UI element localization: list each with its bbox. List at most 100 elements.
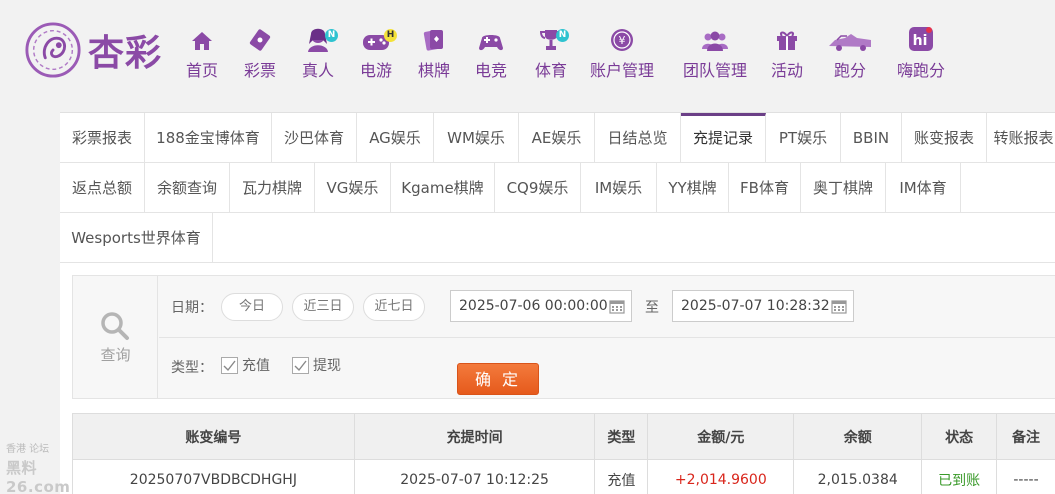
query-section: 查询 xyxy=(73,276,158,398)
quick-7days-button[interactable]: 近七日 xyxy=(363,293,425,321)
type-label: 类型： xyxy=(171,360,213,376)
main-nav: 首页 彩票 N 真人 H 电游 棋牌 电竞 N 体育 ¥ 账户管理 团队管理 活… xyxy=(176,26,954,81)
date-label: 日期： xyxy=(171,300,213,316)
start-date-input[interactable]: 2025-07-06 00:00:00 xyxy=(450,290,632,322)
nav-label: 账户管理 xyxy=(589,61,654,80)
nav-item-egame[interactable]: H 电游 xyxy=(344,26,408,81)
tab-wm[interactable]: WM娱乐 xyxy=(434,113,519,163)
table-header-row: 账变编号 充提时间 类型 金额/元 余额 状态 备注 xyxy=(72,413,1055,460)
start-date-value: 2025-07-06 00:00:00 xyxy=(459,298,608,314)
table-row: 20250707VBDBCDHGHJ 2025-07-07 10:12:25 充… xyxy=(72,459,1055,494)
esports-controller-icon xyxy=(460,26,522,52)
calendar-icon[interactable] xyxy=(609,298,625,314)
cell-amount: +2,014.9600 xyxy=(647,459,795,494)
trophy-icon xyxy=(522,26,580,52)
nav-label: 活动 xyxy=(770,61,803,80)
nav-label: 体育 xyxy=(534,61,567,80)
account-coin-icon: ¥ xyxy=(580,26,664,52)
badge-new: N xyxy=(556,29,569,42)
col-header-time: 充提时间 xyxy=(353,413,596,460)
tab-ae[interactable]: AE娱乐 xyxy=(519,113,595,163)
tab-balance-query[interactable]: 余额查询 xyxy=(145,163,230,213)
col-header-amount: 金额/元 xyxy=(647,413,795,460)
nav-label: 真人 xyxy=(301,61,334,80)
watermark-line-2: 黑料26.com xyxy=(6,459,71,494)
tab-transfer-report[interactable]: 转账报表 xyxy=(987,113,1055,163)
tab-im-entertainment[interactable]: IM娱乐 xyxy=(581,163,657,213)
nav-label: 电游 xyxy=(359,61,392,80)
checkbox-box[interactable] xyxy=(221,356,238,374)
date-filter-row: 日期： 今日 近三日 近七日 2025-07-06 00:00:00 至 202… xyxy=(159,276,1055,338)
type-filter-row: 类型： 充值 提现 确 定 xyxy=(159,338,1055,398)
nav-item-live[interactable]: N 真人 xyxy=(292,26,344,81)
brand-name: 杏彩 xyxy=(88,32,163,74)
report-tabs: 彩票报表 188金宝博体育 沙巴体育 AG娱乐 WM娱乐 AE娱乐 日结总览 充… xyxy=(60,113,1055,263)
tab-deposit-withdraw-records[interactable]: 充提记录 xyxy=(681,113,766,163)
cell-status: 已到账 xyxy=(921,459,998,494)
tab-yy-chess[interactable]: YY棋牌 xyxy=(657,163,729,213)
nav-label: 嗨跑分 xyxy=(896,61,945,80)
lottery-ticket-icon xyxy=(228,26,292,52)
tab-ag[interactable]: AG娱乐 xyxy=(357,113,434,163)
nav-item-account[interactable]: ¥ 账户管理 xyxy=(580,26,664,81)
tab-vg[interactable]: VG娱乐 xyxy=(315,163,391,213)
team-users-icon xyxy=(674,26,756,52)
col-header-balance: 余额 xyxy=(793,413,923,460)
watermark-line-1: 香港 论坛 xyxy=(6,444,50,455)
nav-item-home[interactable]: 首页 xyxy=(176,26,228,81)
nav-item-esports[interactable]: 电竞 xyxy=(460,26,522,81)
tab-wesports[interactable]: Wesports世界体育 xyxy=(60,213,213,263)
nav-item-run-score[interactable]: 跑分 xyxy=(818,26,882,81)
nav-item-activity[interactable]: 活动 xyxy=(762,26,812,81)
cell-balance: 2,015.0384 xyxy=(793,459,923,494)
nav-label: 棋牌 xyxy=(417,61,450,80)
nav-item-hi-run-score[interactable]: hi 嗨跑分 xyxy=(888,26,954,81)
quick-3days-button[interactable]: 近三日 xyxy=(292,293,354,321)
tab-bbin[interactable]: BBIN xyxy=(841,113,902,163)
withdraw-checkbox[interactable]: 提现 xyxy=(292,355,341,375)
cell-note: ----- xyxy=(996,459,1055,494)
tab-pt[interactable]: PT娱乐 xyxy=(766,113,841,163)
tab-im-sports[interactable]: IM体育 xyxy=(886,163,961,213)
nav-label: 跑分 xyxy=(833,61,866,80)
quick-today-button[interactable]: 今日 xyxy=(221,293,283,321)
nav-label: 首页 xyxy=(185,61,218,80)
confirm-button[interactable]: 确 定 xyxy=(457,363,539,395)
checkbox-label: 充值 xyxy=(242,358,270,374)
brand-logo[interactable]: 杏彩 xyxy=(24,18,174,82)
nav-item-team[interactable]: 团队管理 xyxy=(674,26,756,81)
svg-text:¥: ¥ xyxy=(619,34,626,47)
gift-icon xyxy=(762,26,812,52)
report-panel: 彩票报表 188金宝博体育 沙巴体育 AG娱乐 WM娱乐 AE娱乐 日结总览 充… xyxy=(60,112,1055,494)
nav-item-lottery[interactable]: 彩票 xyxy=(228,26,292,81)
badge-new: N xyxy=(325,29,338,42)
tab-cq9[interactable]: CQ9娱乐 xyxy=(495,163,581,213)
nav-label: 彩票 xyxy=(243,61,276,80)
nav-label: 电竞 xyxy=(474,61,507,80)
home-icon xyxy=(176,26,228,52)
nav-item-chess[interactable]: 棋牌 xyxy=(408,26,460,81)
tab-kgame-chess[interactable]: Kgame棋牌 xyxy=(391,163,495,213)
tab-odin-chess[interactable]: 奥丁棋牌 xyxy=(801,163,886,213)
tab-account-change-report[interactable]: 账变报表 xyxy=(902,113,987,163)
tab-wali-chess[interactable]: 瓦力棋牌 xyxy=(230,163,315,213)
cell-id: 20250707VBDBCDHGHJ xyxy=(72,459,355,494)
cell-type: 充值 xyxy=(594,459,649,494)
tab-saba-sports[interactable]: 沙巴体育 xyxy=(272,113,357,163)
nav-item-sports[interactable]: N 体育 xyxy=(522,26,580,81)
tab-fb-sports[interactable]: FB体育 xyxy=(729,163,801,213)
end-date-input[interactable]: 2025-07-07 10:28:32 xyxy=(672,290,854,322)
checkmark-icon xyxy=(223,360,236,371)
checkmark-icon xyxy=(294,360,307,371)
cards-icon xyxy=(408,26,460,52)
calendar-icon[interactable] xyxy=(831,298,847,314)
site-watermark: 香港 论坛 黑料26.com xyxy=(6,440,92,494)
tab-188bet-sports[interactable]: 188金宝博体育 xyxy=(145,113,272,163)
tab-daily-overview[interactable]: 日结总览 xyxy=(595,113,681,163)
checkbox-box[interactable] xyxy=(292,356,309,374)
col-header-id: 账变编号 xyxy=(72,413,355,460)
tab-lottery-report[interactable]: 彩票报表 xyxy=(60,113,145,163)
deposit-checkbox[interactable]: 充值 xyxy=(221,355,270,375)
end-date-value: 2025-07-07 10:28:32 xyxy=(681,298,830,314)
tab-rebate-total[interactable]: 返点总额 xyxy=(60,163,145,213)
